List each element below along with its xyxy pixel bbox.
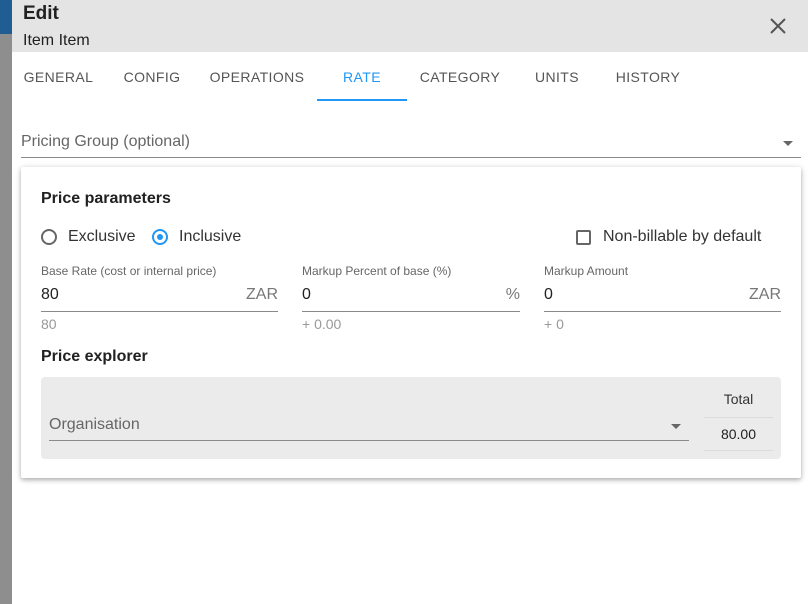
total-divider — [704, 417, 773, 418]
chevron-down-icon — [671, 424, 681, 429]
total-divider-bottom — [704, 450, 773, 451]
chevron-down-icon — [783, 141, 793, 146]
markup-percent-label: Markup Percent of base (%) — [302, 264, 452, 278]
tab-config[interactable]: CONFIG — [115, 52, 189, 101]
close-button[interactable] — [764, 12, 792, 40]
tab-rate[interactable]: RATE — [317, 52, 407, 101]
base-rate-label: Base Rate (cost or internal price) — [41, 264, 217, 278]
tab-history[interactable]: HISTORY — [608, 52, 688, 101]
markup-amount-label: Markup Amount — [544, 264, 629, 278]
non-billable-label: Non-billable by default — [603, 228, 762, 245]
radio-inclusive[interactable]: Inclusive — [152, 228, 241, 246]
markup-amount-field: Markup Amount 0 ZAR + 0 — [544, 264, 781, 332]
pricing-group-select[interactable]: Pricing Group (optional) — [21, 128, 801, 158]
base-rate-input[interactable]: 80 ZAR — [41, 280, 278, 312]
tab-bar: GENERAL CONFIG OPERATIONS RATE CATEGORY … — [12, 52, 808, 101]
checkbox-icon — [576, 229, 591, 245]
radio-exclusive[interactable]: Exclusive — [41, 228, 136, 246]
markup-amount-value: 0 — [544, 286, 553, 303]
dialog-title: Edit — [23, 3, 59, 24]
radio-exclusive-label: Exclusive — [68, 228, 136, 245]
radio-circle-icon — [41, 229, 57, 245]
price-parameters-title: Price parameters — [41, 190, 171, 207]
base-rate-field: Base Rate (cost or internal price) 80 ZA… — [41, 264, 278, 332]
backdrop — [0, 0, 12, 604]
tab-operations[interactable]: OPERATIONS — [202, 52, 312, 101]
base-rate-value: 80 — [41, 286, 59, 303]
organisation-select[interactable]: Organisation — [49, 405, 689, 441]
dialog-subtitle: Item Item — [23, 32, 90, 49]
price-explorer-panel: Organisation Total 80.00 — [41, 377, 781, 459]
edit-dialog: Edit Item Item GENERAL CONFIG OPERATIONS… — [12, 0, 808, 604]
backdrop-app-bar — [0, 0, 12, 34]
markup-amount-input[interactable]: 0 ZAR — [544, 280, 781, 312]
markup-percent-field: Markup Percent of base (%) 0 % + 0.00 — [302, 264, 520, 332]
tab-units[interactable]: UNITS — [522, 52, 592, 101]
radio-checked-icon — [152, 229, 168, 245]
close-icon — [770, 18, 786, 34]
total-column: Total 80.00 — [704, 377, 773, 459]
tab-general[interactable]: GENERAL — [12, 52, 105, 101]
non-billable-checkbox[interactable]: Non-billable by default — [576, 228, 761, 246]
markup-amount-currency: ZAR — [749, 286, 781, 303]
base-rate-currency: ZAR — [246, 286, 278, 303]
markup-percent-value: 0 — [302, 286, 311, 303]
total-header: Total — [723, 391, 754, 407]
tab-category[interactable]: CATEGORY — [415, 52, 505, 101]
organisation-label: Organisation — [49, 416, 140, 433]
dialog-header: Edit Item Item — [12, 0, 808, 52]
price-card: Price parameters Exclusive Inclusive Non… — [21, 167, 801, 478]
total-value: 80.00 — [720, 426, 757, 442]
markup-percent-input[interactable]: 0 % — [302, 280, 520, 312]
markup-percent-suffix: % — [505, 286, 520, 303]
radio-inclusive-label: Inclusive — [179, 228, 242, 245]
markup-amount-hint: + 0 — [544, 316, 564, 332]
price-explorer-title: Price explorer — [41, 348, 148, 365]
pricing-group-label: Pricing Group (optional) — [21, 133, 190, 150]
markup-percent-hint: + 0.00 — [302, 316, 342, 332]
base-rate-hint: 80 — [41, 316, 57, 332]
